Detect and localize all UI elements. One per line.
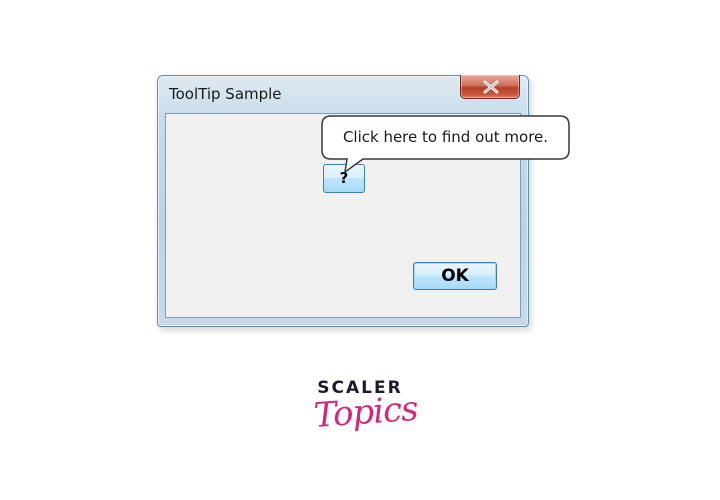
logo-wordmark-bottom: Topics bbox=[312, 388, 419, 436]
scaler-topics-logo: SCALER Topics bbox=[300, 378, 420, 458]
tooltip-balloon: Click here to find out more. bbox=[321, 115, 570, 174]
tooltip-text: Click here to find out more. bbox=[342, 128, 549, 146]
window-title: ToolTip Sample bbox=[169, 85, 282, 103]
close-x-icon bbox=[483, 80, 499, 94]
ok-button[interactable]: OK bbox=[413, 262, 497, 290]
tooltip-sample-window: ToolTip Sample ? OK bbox=[157, 75, 529, 327]
close-button[interactable] bbox=[460, 75, 520, 99]
